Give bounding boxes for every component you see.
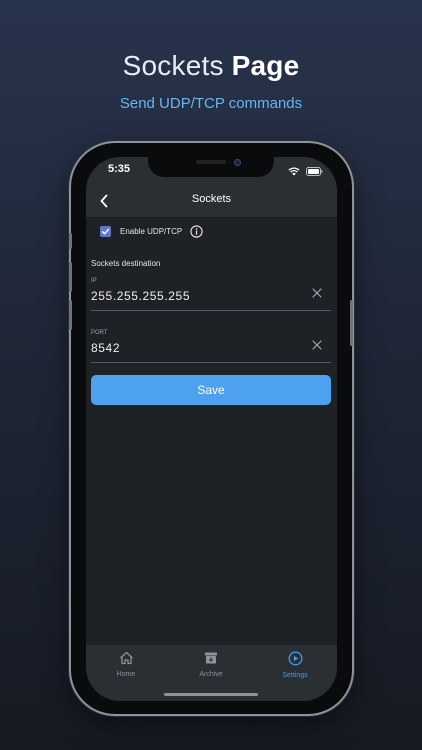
phone-screen: 5:35 Sockets Enable UDP/TCP Sockets dest…	[86, 157, 337, 701]
ip-clear-button[interactable]	[311, 286, 323, 298]
tab-home-label: Home	[116, 671, 136, 678]
home-icon	[119, 651, 134, 669]
tab-home[interactable]: Home	[96, 651, 156, 678]
section-title: Sockets destination	[91, 259, 161, 268]
tab-settings[interactable]: Settings	[265, 651, 325, 679]
headline-regular: Sockets	[122, 50, 232, 81]
phone-volume-down-button	[69, 300, 72, 330]
tab-archive-label: Archive	[199, 671, 223, 678]
ip-field[interactable]: IP 255.255.255.255	[91, 278, 331, 311]
front-camera	[234, 159, 241, 166]
enable-udp-tcp-label: Enable UDP/TCP	[120, 227, 183, 236]
status-bar: 5:35	[86, 157, 337, 185]
settings-content: Enable UDP/TCP Sockets destination IP 25…	[86, 217, 337, 645]
port-field-value[interactable]: 8542	[91, 341, 331, 355]
close-icon	[311, 286, 323, 303]
ip-field-value[interactable]: 255.255.255.255	[91, 289, 331, 303]
archive-icon	[204, 652, 218, 669]
enable-udp-tcp-row: Enable UDP/TCP	[100, 225, 203, 238]
ip-field-label: IP	[91, 278, 97, 284]
speaker	[196, 160, 226, 164]
phone-action-button	[69, 233, 72, 249]
settings-icon	[288, 651, 303, 670]
info-icon	[190, 225, 203, 242]
navigation-bar: Sockets	[86, 185, 337, 217]
save-button[interactable]: Save	[91, 375, 331, 405]
checkmark-icon	[101, 223, 110, 241]
status-time: 5:35	[108, 163, 131, 175]
port-field[interactable]: PORT 8542	[91, 330, 331, 363]
home-indicator[interactable]	[164, 693, 258, 696]
promo-subline: Send UDP/TCP commands	[119, 95, 303, 112]
page-title: Sockets	[191, 193, 232, 205]
tab-archive[interactable]: Archive	[181, 651, 241, 678]
notch	[148, 157, 274, 177]
phone-power-button	[350, 300, 353, 346]
battery-icon	[306, 163, 323, 181]
info-button[interactable]	[190, 225, 203, 238]
enable-udp-tcp-checkbox[interactable]	[100, 226, 111, 237]
wifi-icon	[288, 163, 300, 181]
status-icons	[288, 163, 323, 181]
promo-headline: Sockets Page	[0, 50, 422, 82]
close-icon	[311, 338, 323, 355]
tab-bar: Home Archive Settings	[86, 645, 337, 701]
phone-volume-up-button	[69, 262, 72, 292]
port-field-label: PORT	[91, 330, 108, 336]
port-clear-button[interactable]	[311, 338, 323, 350]
headline-bold: Page	[231, 50, 300, 81]
tab-settings-label: Settings	[282, 672, 308, 679]
